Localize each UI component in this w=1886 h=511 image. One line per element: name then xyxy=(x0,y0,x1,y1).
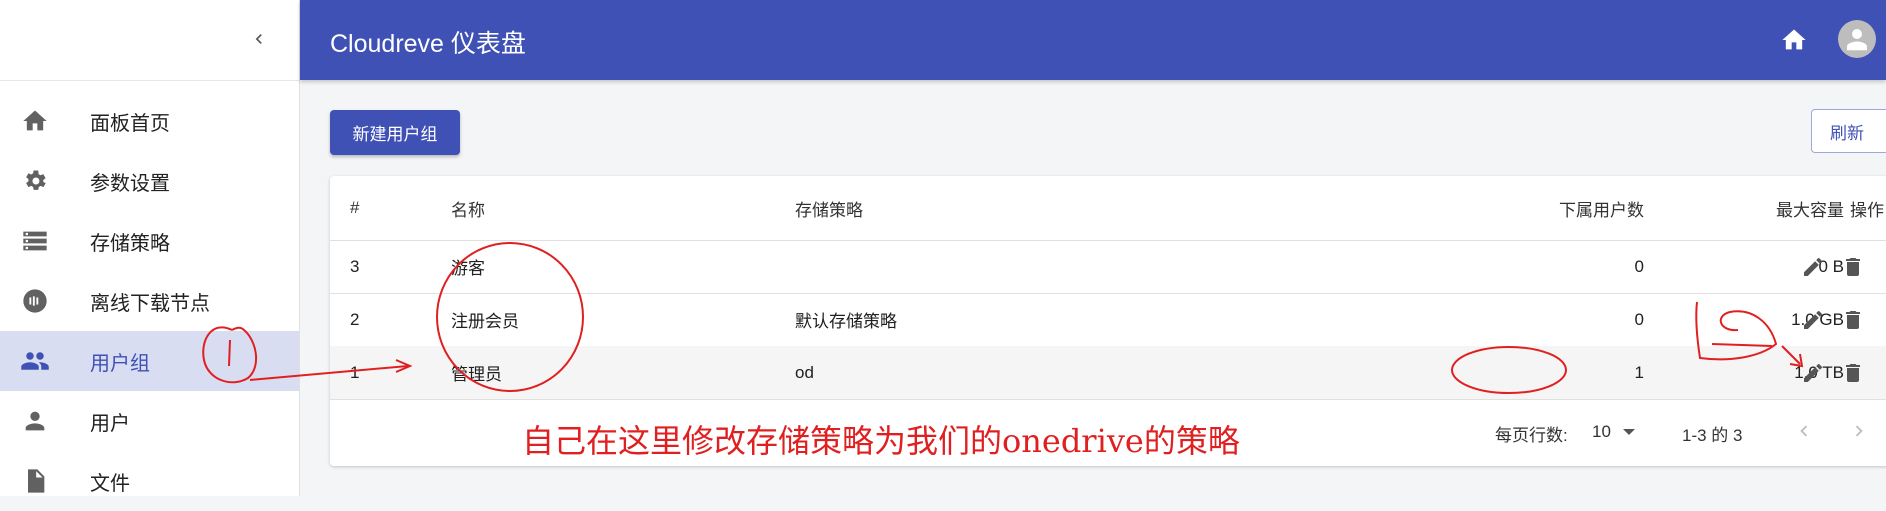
sidebar-header xyxy=(0,0,299,81)
previous-page-button[interactable] xyxy=(1790,417,1818,445)
header-id[interactable]: # xyxy=(350,176,359,240)
sidebar-item-offline-nodes[interactable]: 离线下载节点 xyxy=(0,271,299,331)
cell-policy: od xyxy=(795,362,814,382)
header-capacity[interactable]: 最大容量 xyxy=(1400,176,1844,240)
home-icon xyxy=(20,106,50,136)
rows-per-page-label: 每页行数: xyxy=(1495,426,1568,445)
app-bar: Cloudreve 仪表盘 xyxy=(300,0,1886,80)
refresh-button[interactable]: 刷新 xyxy=(1811,109,1886,153)
person-icon xyxy=(20,406,50,436)
home-icon xyxy=(1782,29,1806,50)
new-user-group-button[interactable]: 新建用户组 xyxy=(330,110,460,155)
next-page-button[interactable] xyxy=(1845,417,1873,445)
cell-capacity: 1.0 TB xyxy=(1794,362,1844,382)
cell-name: 注册会员 xyxy=(451,312,519,331)
cell-name: 游客 xyxy=(451,259,485,278)
delete-icon[interactable] xyxy=(1840,360,1866,386)
edit-icon[interactable] xyxy=(1800,254,1826,280)
delete-icon[interactable] xyxy=(1840,307,1866,333)
sidebar-item-label: 文件 xyxy=(90,472,130,495)
header-policy[interactable]: 存储策略 xyxy=(795,176,863,240)
table-row[interactable]: 3 游客 0 0 B xyxy=(330,240,1886,294)
delete-icon[interactable] xyxy=(1840,254,1866,280)
cell-id: 2 xyxy=(350,309,360,329)
user-avatar-icon xyxy=(1847,29,1867,51)
cell-policy: 默认存储策略 xyxy=(795,312,897,331)
file-icon xyxy=(20,466,50,496)
cell-capacity: 1.0 GB xyxy=(1791,309,1844,329)
row-actions xyxy=(1800,346,1866,399)
row-actions xyxy=(1800,240,1866,293)
dropdown-caret-icon xyxy=(1622,429,1635,435)
pagination-range: 1-3 的 3 xyxy=(1682,426,1743,445)
sidebar-item-users[interactable]: 用户 xyxy=(0,391,299,451)
edit-icon[interactable] xyxy=(1800,307,1826,333)
header-name[interactable]: 名称 xyxy=(451,176,485,240)
gear-icon xyxy=(20,166,50,196)
sidebar-item-label: 参数设置 xyxy=(90,172,170,195)
cell-id: 3 xyxy=(350,256,360,276)
sidebar-item-home[interactable]: 面板首页 xyxy=(0,91,299,151)
chevron-left-icon xyxy=(255,34,262,44)
cell-id: 1 xyxy=(350,362,360,382)
home-button[interactable] xyxy=(1778,24,1810,56)
table-row[interactable]: 1 管理员 od 1 1.0 TB xyxy=(330,346,1886,400)
sidebar-item-storage-policy[interactable]: 存储策略 xyxy=(0,211,299,271)
sidebar-item-label: 存储策略 xyxy=(90,232,170,255)
collapse-sidebar-button[interactable] xyxy=(245,25,273,53)
rows-per-page-value: 10 xyxy=(1592,422,1611,441)
sidebar-item-settings[interactable]: 参数设置 xyxy=(0,151,299,211)
sidebar-item-label: 离线下载节点 xyxy=(90,292,210,315)
sidebar-item-label: 面板首页 xyxy=(90,112,170,135)
sidebar: 面板首页 参数设置 存储策略 离线下载节点 用户组 用户 文件 xyxy=(0,0,300,496)
storage-icon xyxy=(20,226,50,256)
sidebar-item-label: 用户组 xyxy=(90,352,150,375)
table-header-row: # 名称 存储策略 下属用户数 最大容量 操作 xyxy=(330,176,1886,241)
sidebar-item-files[interactable]: 文件 xyxy=(0,451,299,511)
cell-capacity: 0 B xyxy=(1818,256,1844,276)
page-title: Cloudreve 仪表盘 xyxy=(330,30,526,58)
edit-icon[interactable] xyxy=(1800,360,1826,386)
cell-name: 管理员 xyxy=(451,365,502,384)
group-icon xyxy=(20,346,50,376)
row-actions xyxy=(1800,293,1866,346)
table-row[interactable]: 2 注册会员 默认存储策略 0 1.0 GB xyxy=(330,293,1886,347)
rows-per-page-select[interactable]: 10 xyxy=(1592,419,1635,445)
annotation-text: 自己在这里修改存储策略为我们的onedrive的策略 xyxy=(522,422,1240,460)
header-actions: 操作 xyxy=(1850,200,1884,220)
sidebar-item-user-groups[interactable]: 用户组 xyxy=(0,331,299,391)
chevron-left-icon xyxy=(1800,425,1808,437)
avatar[interactable] xyxy=(1838,20,1876,58)
download-node-icon xyxy=(20,286,50,316)
chevron-right-icon xyxy=(1855,425,1863,437)
sidebar-item-label: 用户 xyxy=(90,412,130,435)
